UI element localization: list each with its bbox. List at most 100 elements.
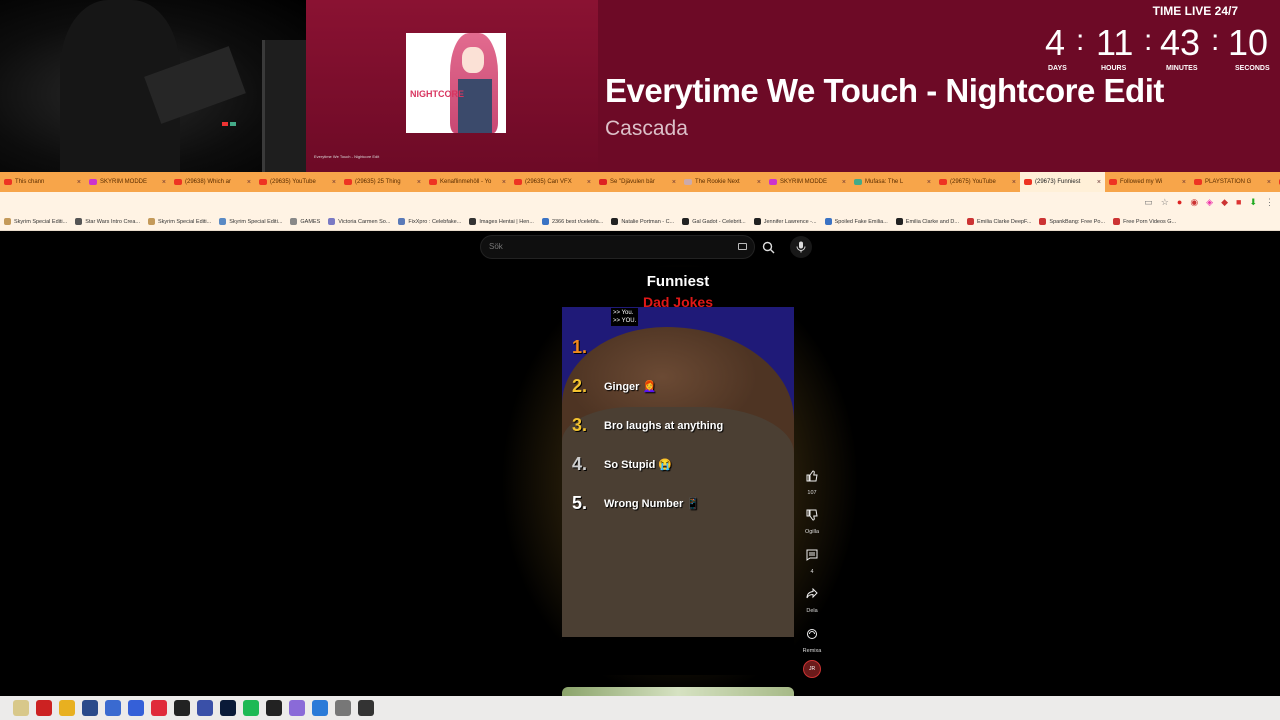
tab-label: PLAYSTATION G xyxy=(1205,179,1252,185)
timer-seconds: 10 xyxy=(1228,22,1269,63)
webcam-led xyxy=(222,122,228,126)
browser-tab[interactable]: Did y× xyxy=(1275,172,1280,192)
tab-close-icon[interactable]: × xyxy=(1182,179,1186,186)
menu-icon[interactable]: ⋮ xyxy=(1265,197,1274,208)
opera-gx-icon[interactable] xyxy=(36,700,52,716)
dislike-button[interactable] xyxy=(800,503,824,527)
tab-favicon-icon xyxy=(599,179,607,185)
browser-icon[interactable] xyxy=(289,700,305,716)
search-input[interactable]: Sök xyxy=(480,235,755,259)
comment-action: 4 xyxy=(798,543,826,575)
headset-icon[interactable] xyxy=(197,700,213,716)
bookmark-item[interactable]: Images Hentai | Hen... xyxy=(469,218,534,225)
tab-close-icon[interactable]: × xyxy=(757,179,761,186)
tab-close-icon[interactable]: × xyxy=(672,179,676,186)
browser-tab[interactable]: SKYRIM MODDE × xyxy=(765,172,850,192)
settings-icon[interactable] xyxy=(335,700,351,716)
search-button[interactable] xyxy=(757,235,779,259)
paint-icon[interactable] xyxy=(13,700,29,716)
screenshot-icon[interactable]: ▭ xyxy=(1144,197,1153,208)
browser-tab[interactable]: (29635) Can VFX × xyxy=(510,172,595,192)
extension-icon[interactable]: ◆ xyxy=(1221,197,1228,208)
share-button[interactable] xyxy=(800,582,824,606)
tab-label: Kenaflinmehöll - Yo xyxy=(440,179,492,185)
browser-tab[interactable]: (29635) YouTube × xyxy=(255,172,340,192)
circle-app-icon[interactable] xyxy=(174,700,190,716)
bookmark-item[interactable]: Emilia Clarke DeepF... xyxy=(966,218,1031,225)
bookmark-item[interactable]: GAMES xyxy=(290,218,320,225)
browser-tab[interactable]: SKYRIM MODDE × xyxy=(85,172,170,192)
bookmark-item[interactable]: FixXpro : Celebfake... xyxy=(398,218,461,225)
tab-close-icon[interactable]: × xyxy=(1012,179,1016,186)
extension-icon[interactable]: ■ xyxy=(1236,197,1241,208)
download-icon[interactable]: ⬇ xyxy=(1249,197,1257,208)
tab-close-icon[interactable]: × xyxy=(1267,179,1271,186)
next-short-preview[interactable] xyxy=(562,687,794,696)
opera-icon[interactable]: ● xyxy=(1177,197,1182,208)
short-video-player[interactable]: Funniest Dad Jokes >> You. >> YOU. 1. 2. G… xyxy=(562,267,794,675)
browser-tab[interactable]: Kenaflinmehöll - Yo × xyxy=(425,172,510,192)
dislike-action: Ogilla xyxy=(798,503,826,535)
files-icon[interactable] xyxy=(59,700,75,716)
comments-button[interactable] xyxy=(800,543,824,567)
tab-close-icon[interactable]: × xyxy=(162,179,166,186)
bookmark-item[interactable]: 2366 best r/celebfa... xyxy=(541,218,603,225)
rank-text: Bro laughs at anything xyxy=(604,419,724,432)
star-icon[interactable]: ☆ xyxy=(1161,197,1169,208)
browser-tab[interactable]: PLAYSTATION G × xyxy=(1190,172,1275,192)
browser-tab[interactable]: (29638) Which ar × xyxy=(170,172,255,192)
browser-tab[interactable]: (29673) Funniest × xyxy=(1020,172,1105,192)
tab-favicon-icon xyxy=(1109,179,1117,185)
remix-button[interactable] xyxy=(800,622,824,646)
bookmark-item[interactable]: SpankBang: Free Po... xyxy=(1039,218,1105,225)
bookmark-item[interactable]: Natalie Portman - C... xyxy=(611,218,674,225)
bookmark-favicon-icon xyxy=(469,218,477,225)
browser-toolbar: ▭ ☆ ● ◉ ◈ ◆ ■ ⬇ ⋮ xyxy=(0,192,1280,213)
browser-tab[interactable]: Followed my Wi × xyxy=(1105,172,1190,192)
channel-avatar[interactable]: JR xyxy=(803,660,821,678)
tab-close-icon[interactable]: × xyxy=(502,179,506,186)
bookmark-item[interactable]: Gal Gadot - Celebrit... xyxy=(682,218,746,225)
dislike-label: Ogilla xyxy=(804,529,820,535)
extension-icons: ▭ ☆ ● ◉ ◈ ◆ ■ ⬇ ⋮ xyxy=(1144,197,1274,208)
bookmark-item[interactable]: Skyrim Special Editi... xyxy=(219,218,282,225)
notes-icon[interactable] xyxy=(312,700,328,716)
extension-icon[interactable]: ◈ xyxy=(1206,197,1213,208)
browser-tab[interactable]: This chann × xyxy=(0,172,85,192)
browser-tab[interactable]: Se "Djävulen bär × xyxy=(595,172,680,192)
tab-close-icon[interactable]: × xyxy=(77,179,81,186)
tab-close-icon[interactable]: × xyxy=(1097,179,1101,186)
qbit-icon[interactable] xyxy=(105,700,121,716)
browser-tab[interactable]: The Rookie Next × xyxy=(680,172,765,192)
browser-tab[interactable]: (29675) YouTube × xyxy=(935,172,1020,192)
bookmark-item[interactable]: Free Porn Videos G... xyxy=(1113,218,1176,225)
photoshop-icon[interactable] xyxy=(220,700,236,716)
bookmark-item[interactable]: Jennifer Lawrence -... xyxy=(753,218,817,225)
bookmark-item[interactable]: Emilia Clarke and D... xyxy=(895,218,959,225)
bookmark-item[interactable]: Skyrim Special Editi... xyxy=(148,218,211,225)
tab-close-icon[interactable]: × xyxy=(417,179,421,186)
tab-favicon-icon xyxy=(344,179,352,185)
start-icon[interactable] xyxy=(0,700,6,716)
bookmark-item[interactable]: Star Wars Intro Crea... xyxy=(75,218,140,225)
browser-tab[interactable]: (29635) 25 Thing × xyxy=(340,172,425,192)
tab-close-icon[interactable]: × xyxy=(927,179,931,186)
media-icon[interactable] xyxy=(82,700,98,716)
spotify-icon[interactable] xyxy=(243,700,259,716)
bars-icon[interactable] xyxy=(128,700,144,716)
epic-icon[interactable] xyxy=(358,700,374,716)
browser-tab[interactable]: Mufasa: The L × xyxy=(850,172,935,192)
keyboard-icon[interactable] xyxy=(738,243,747,250)
voice-search-button[interactable] xyxy=(790,236,812,258)
bookmark-item[interactable]: Spoiled Fake Emilia... xyxy=(824,218,888,225)
opera-icon[interactable] xyxy=(151,700,167,716)
tab-close-icon[interactable]: × xyxy=(842,179,846,186)
extension-icon[interactable]: ◉ xyxy=(1190,197,1198,208)
obs-icon[interactable] xyxy=(266,700,282,716)
tab-close-icon[interactable]: × xyxy=(247,179,251,186)
tab-close-icon[interactable]: × xyxy=(587,179,591,186)
tab-close-icon[interactable]: × xyxy=(332,179,336,186)
bookmark-item[interactable]: Skyrim Special Editi... xyxy=(4,218,67,225)
bookmark-item[interactable]: Victoria Carmen So... xyxy=(328,218,390,225)
like-button[interactable] xyxy=(800,464,824,488)
